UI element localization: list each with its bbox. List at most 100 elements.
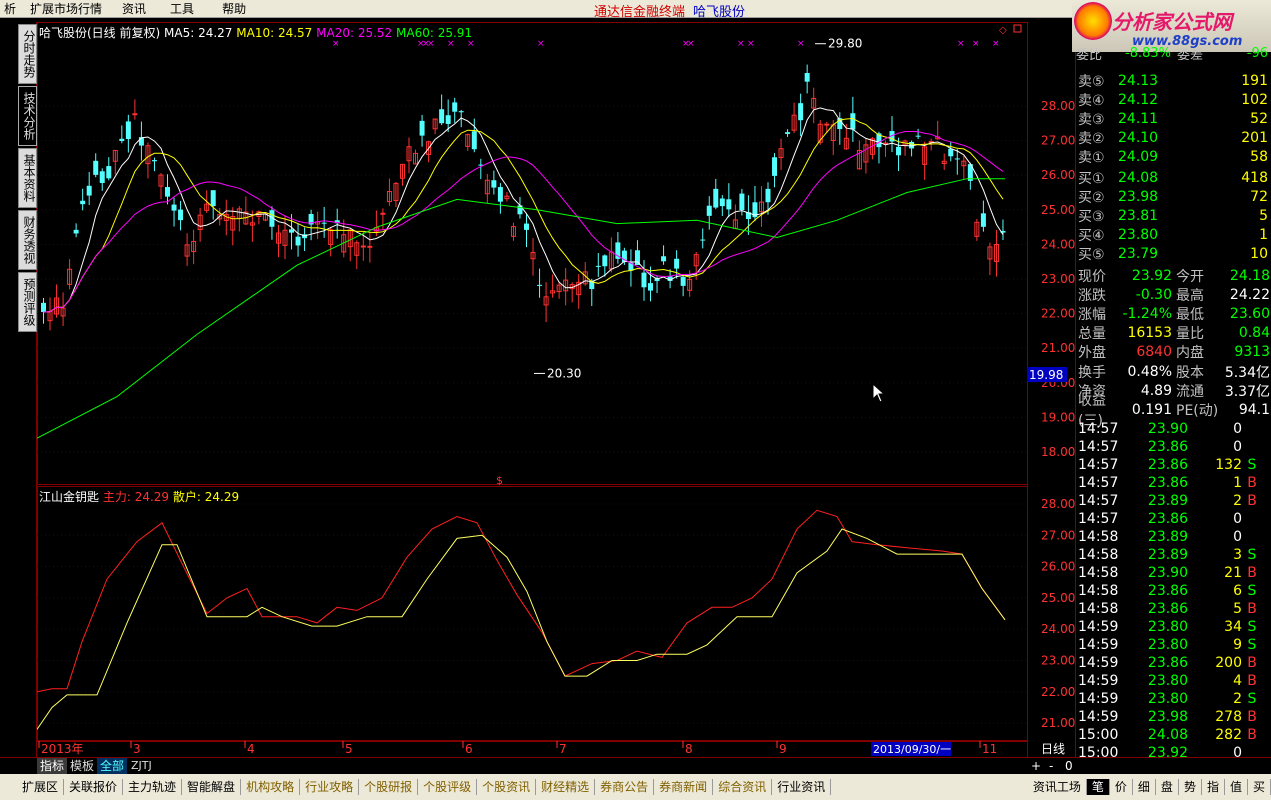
tick-price: 23.90 — [1147, 421, 1188, 437]
period-label: 日线 — [1041, 742, 1065, 756]
candle-body-down — [419, 120, 425, 136]
tab-financial[interactable]: 财务透视 — [18, 210, 37, 270]
menu-item-news[interactable]: 资讯 — [112, 0, 156, 17]
menu-item-help[interactable]: 帮助 — [208, 0, 260, 17]
tick-row: 15:00 24.08 282 B — [1076, 726, 1271, 744]
tick-time: 14:58 — [1078, 529, 1119, 545]
buy-level-volume: 10 — [1250, 245, 1268, 262]
price-tick-label: 22.00 — [1041, 307, 1075, 321]
stat-row: 总量 16153 量比 0.84 — [1076, 323, 1271, 342]
stat-value: 24.18 — [1229, 267, 1270, 284]
stat-label: 涨幅 — [1078, 306, 1106, 323]
quote-detail-tab[interactable]: 价 — [1110, 779, 1133, 795]
stat-value: 16153 — [1127, 324, 1172, 341]
candle-body-down — [739, 193, 745, 211]
sell-level-price: 24.13 — [1118, 72, 1159, 89]
menu-item-extended-market[interactable]: 扩展市场行情 — [20, 0, 112, 17]
bottom-tab[interactable]: 行业资讯 — [772, 779, 832, 795]
candles-group — [41, 64, 1006, 331]
menu-item-analysis[interactable]: 析 — [0, 0, 20, 17]
stat-label: 今开 — [1176, 268, 1204, 285]
indicator-tab[interactable]: 指标 — [37, 758, 68, 774]
tick-direction: B — [1247, 709, 1257, 725]
bottom-tab[interactable]: 券商公告 — [595, 779, 655, 795]
bottom-tab[interactable]: 智能解盘 — [182, 779, 242, 795]
bottom-tab[interactable]: 机构攻略 — [241, 779, 301, 795]
candle-body-down — [445, 115, 451, 124]
zoom-in-button[interactable]: + — [1028, 758, 1044, 774]
quote-detail-tab[interactable]: 值 — [1225, 779, 1248, 795]
candle-body-down — [915, 135, 921, 137]
stat-value: 94.1 — [1238, 401, 1270, 418]
zoom-reset-button[interactable]: 0 — [1062, 758, 1076, 774]
tick-time: 14:57 — [1078, 475, 1119, 491]
stat-label: 量比 — [1176, 325, 1204, 342]
bottom-tab[interactable]: 个股评级 — [418, 779, 478, 795]
template-tab[interactable]: 模板 — [67, 758, 97, 774]
candle-body-up — [132, 113, 138, 116]
stat-label: 现价 — [1078, 268, 1106, 285]
bottom-tab[interactable]: 主力轨迹 — [123, 779, 183, 795]
tick-row: 14:59 23.86 200 B — [1076, 654, 1271, 672]
bottom-tab[interactable]: 扩展区 — [0, 779, 65, 795]
tab-technical-analysis[interactable]: 技术分析 — [18, 86, 37, 146]
stat-label: 总量 — [1078, 325, 1106, 342]
stock-title: 哈飞股份 — [693, 5, 746, 20]
bottom-tab[interactable]: 个股研报 — [359, 779, 419, 795]
candle-body-down — [517, 205, 523, 215]
signal-marker-icon: × — [687, 39, 695, 49]
bottom-tab-bar: 扩展区 关联报价 主力轨迹 智能解盘 机构攻略 行业攻略 个股研报 个股评级 个股资讯 财经精选券… — [0, 774, 1271, 800]
candle-body-down — [41, 302, 46, 313]
tick-direction: B — [1247, 475, 1257, 491]
quote-detail-tab[interactable]: 势 — [1179, 779, 1202, 795]
sell-level-label: 卖② — [1078, 130, 1105, 147]
tick-price: 23.86 — [1147, 439, 1188, 455]
bottom-tab[interactable]: 财经精选 — [536, 779, 596, 795]
chart-area[interactable]: 28.00 27.00 26.00 25.00 24.00 23.00 22.00 21.00… — [36, 22, 1075, 762]
candle-body-down — [452, 102, 458, 112]
bottom-tab[interactable]: 综合资讯 — [713, 779, 773, 795]
zoom-out-button[interactable]: - — [1046, 758, 1056, 774]
buy-level-row: 买① 24.08 418 — [1076, 168, 1271, 187]
quote-detail-tab[interactable]: 指 — [1202, 779, 1225, 795]
tab-timeshare[interactable]: 分时走势 — [18, 24, 37, 84]
candle-body-down — [537, 284, 543, 286]
buy-level-price: 24.08 — [1118, 169, 1159, 186]
zjtj-tab[interactable]: ZJTJ — [128, 758, 155, 774]
quote-detail-tab[interactable]: 盘 — [1156, 779, 1179, 795]
stat-value: 0.191 — [1131, 401, 1172, 418]
date-label: 6 — [465, 742, 473, 756]
quote-detail-tab[interactable]: 细 — [1133, 779, 1156, 795]
main-chart-legend: 哈飞股份(日线 前复权) MA5: 24.27 MA10: 24.57 MA20… — [39, 24, 472, 41]
tab-basic-info[interactable]: 基本资料 — [18, 148, 37, 208]
quote-detail-tab[interactable]: 笔 — [1086, 779, 1110, 795]
bottom-tab[interactable]: 个股资讯 — [477, 779, 537, 795]
current-price-tag-text: 19.98 — [1029, 368, 1063, 382]
tab-forecast[interactable]: 预测评级 — [18, 272, 37, 332]
date-label: 9 — [779, 742, 787, 756]
tick-time: 14:57 — [1078, 511, 1119, 527]
price-tick-label: 28.00 — [1041, 99, 1075, 113]
buy-level-label: 买⑤ — [1078, 246, 1105, 263]
candle-body-down — [491, 180, 497, 188]
tick-direction: B — [1247, 673, 1257, 689]
chart-header: 哈飞股份(日线 前复权) — [39, 26, 161, 40]
bottom-tab[interactable]: 券商新闻 — [654, 779, 714, 795]
buy-level-volume: 72 — [1250, 188, 1268, 205]
candle-body-down — [73, 229, 79, 234]
menu-item-tools[interactable]: 工具 — [156, 0, 208, 17]
candle-body-down — [497, 187, 503, 202]
bottom-tab[interactable]: 关联报价 — [64, 779, 124, 795]
quote-detail-tab[interactable]: 买 — [1248, 779, 1271, 795]
kline-chart-svg[interactable]: 28.00 27.00 26.00 25.00 24.00 23.00 22.00 21.00… — [36, 22, 1075, 762]
tick-price: 23.89 — [1147, 529, 1188, 545]
bottom-tab[interactable]: 行业攻略 — [300, 779, 360, 795]
info-workshop-tab[interactable]: 资讯工场 — [1028, 779, 1087, 795]
flower-logo-icon — [1074, 2, 1112, 40]
sell-level-row: 卖⑤ 24.13 191 — [1076, 71, 1271, 90]
price-tick-label: 26.00 — [1041, 168, 1075, 182]
indicator-tick-label: 28.00 — [1041, 497, 1075, 511]
order-ratio-value: -8.83% — [1125, 46, 1171, 60]
all-tab[interactable]: 全部 — [97, 758, 128, 774]
buy-level-row: 买③ 23.81 5 — [1076, 206, 1271, 225]
